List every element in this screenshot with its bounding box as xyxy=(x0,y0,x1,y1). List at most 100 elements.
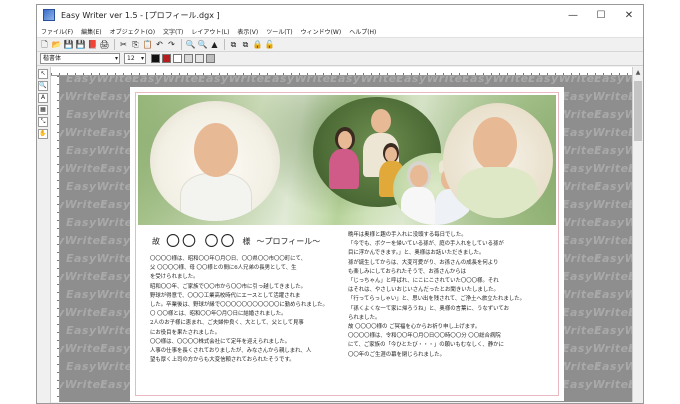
toolbar-separator xyxy=(114,39,115,50)
select-arrow-icon[interactable]: ↖ xyxy=(38,69,48,79)
profile-text-right[interactable]: 晩年は奥様と趣の手入れに没頭する毎日でした。「今でも、ボクーを帰いている孫が、庭… xyxy=(348,231,548,395)
font-family-select[interactable]: 楷書体 ▾ xyxy=(40,53,120,64)
menu-layout[interactable]: レイアウト(L) xyxy=(187,27,233,36)
minimize-button[interactable]: — xyxy=(559,5,587,25)
watermark-text: EasyWriter xyxy=(562,90,633,103)
profile-text-line: 望も厚く上司の方からも大変信頼されておられたそうです。 xyxy=(150,357,295,364)
document-page[interactable]: 故 〇〇 〇〇 様 ～プロフィール～ 〇〇〇〇様は、昭和〇〇年〇月〇日、〇〇県〇… xyxy=(130,87,564,401)
watermark-text: EasyWriter xyxy=(60,378,107,391)
profile-text-line: 人事の仕事を長くされておりましたが、みなさんから親しまれ、人 xyxy=(150,348,312,355)
watermark-text: EasyWriter xyxy=(132,76,205,85)
color-swatches xyxy=(149,54,215,63)
watermark-text: EasyWriter xyxy=(66,216,139,229)
watermark-text: EasyWriter xyxy=(462,76,535,85)
menu-help[interactable]: ヘルプ(H) xyxy=(345,27,380,36)
open-icon[interactable]: 📂 xyxy=(51,39,62,50)
new-icon[interactable]: 🗋 xyxy=(39,39,50,50)
export-icon[interactable]: 📕 xyxy=(87,39,98,50)
window-title: Easy Writer ver 1.5 - [プロフィール.dgx ] xyxy=(61,10,220,20)
vertical-ruler xyxy=(51,76,60,402)
profile-text-line: 〇〇〇〇様は、令和〇〇年〇月〇日〇〇時〇〇分 〇〇総合病院 xyxy=(348,333,501,340)
menu-tools[interactable]: ツール(T) xyxy=(262,27,296,36)
profile-text-line: 「じっちゃん」と呼ばれ、にこにこされていた〇〇〇様。それ xyxy=(348,278,499,285)
paste-icon[interactable]: 📋 xyxy=(142,39,153,50)
family-girl-face xyxy=(338,131,352,149)
menu-object[interactable]: オブジェクト(O) xyxy=(106,27,159,36)
font-size-select[interactable]: 12 ▾ xyxy=(124,53,146,64)
menu-edit[interactable]: 編集(E) xyxy=(77,27,105,36)
zoom-tool-icon[interactable]: 🔍 xyxy=(38,81,48,91)
menu-file[interactable]: ファイル(F) xyxy=(37,27,77,36)
print-preview-icon[interactable]: 🖨 xyxy=(99,39,110,50)
watermark-text: EasyWriter xyxy=(198,76,271,85)
menu-window[interactable]: ウィンドウ(W) xyxy=(297,27,346,36)
couple-grandma-shirt xyxy=(401,187,435,225)
maximize-button[interactable]: ☐ xyxy=(587,5,615,25)
save-as-icon[interactable]: 💾 xyxy=(75,39,86,50)
watermark-row: EasyWriterEasyWriterEasyWriterEasyWriter… xyxy=(66,76,633,85)
smiling-portrait-photo[interactable] xyxy=(443,103,553,218)
family-girl-shirt xyxy=(329,149,359,189)
watermark-text: EasyWriter xyxy=(594,360,633,373)
close-button[interactable]: ✕ xyxy=(615,5,643,25)
couple-grandma-face xyxy=(410,165,428,187)
profile-text-line: 「今でも、ボクーを帰いている孫が、庭の手入れをしている孫が xyxy=(348,241,504,248)
lock-icon[interactable]: 🔒 xyxy=(252,39,263,50)
group-icon[interactable]: ⧉ xyxy=(228,39,239,50)
watermark-text: EasyWriter xyxy=(66,76,139,85)
toolbar-separator xyxy=(181,39,182,50)
watermark-text: EasyWriter xyxy=(594,324,633,337)
profile-text-line: られました。 xyxy=(348,314,381,321)
watermark-text: EasyWriter xyxy=(60,270,107,283)
profile-text-line: も楽しみにしておられたそうで、お孫さんからは xyxy=(348,268,467,275)
hand-tool-icon[interactable]: ✋ xyxy=(38,129,48,139)
profile-text-line: 〇〇様は、〇〇〇〇株式会社にて定年を迎えられました。 xyxy=(150,338,291,345)
chevron-down-icon: ▾ xyxy=(140,55,144,62)
scroll-up-icon[interactable]: ▲ xyxy=(633,67,643,77)
portrait-photo[interactable] xyxy=(150,101,280,221)
watermark-text: EasyWriter xyxy=(562,234,633,247)
color-swatch[interactable] xyxy=(206,54,215,63)
watermark-text: EasyWriter xyxy=(66,324,139,337)
undo-icon[interactable]: ↶ xyxy=(154,39,165,50)
copy-icon[interactable]: ⎘ xyxy=(130,39,141,50)
color-swatch[interactable] xyxy=(184,54,193,63)
watermark-text: EasyWriter xyxy=(60,198,107,211)
watermark-text: EasyWriter xyxy=(594,180,633,193)
profile-text-left[interactable]: 〇〇〇〇様は、昭和〇〇年〇月〇日、〇〇県〇〇市〇〇町にて、父 〇〇〇〇様、母 〇… xyxy=(150,255,346,395)
node-tool-icon[interactable]: ⤡ xyxy=(38,117,48,127)
portrait-shirt xyxy=(180,173,252,221)
photo-banner[interactable] xyxy=(138,95,556,225)
chevron-down-icon: ▾ xyxy=(114,55,118,62)
ungroup-icon[interactable]: ⧉ xyxy=(240,39,251,50)
redo-icon[interactable]: ↷ xyxy=(166,39,177,50)
zoom-out-icon[interactable]: 🔍 xyxy=(197,39,208,50)
watermark-text: EasyWriter xyxy=(66,144,139,157)
watermark-text: EasyWriter xyxy=(594,216,633,229)
watermark-text: EasyWriter xyxy=(264,76,337,85)
profile-text-line: 「孫くよくな一て家に帰ろうね」と、奥様の言葉に、うなずいてお xyxy=(348,305,510,312)
color-swatch[interactable] xyxy=(173,54,182,63)
image-tool-icon[interactable]: ▦ xyxy=(38,105,48,115)
scroll-thumb[interactable] xyxy=(634,81,642,141)
title-bar[interactable]: Easy Writer ver 1.5 - [プロフィール.dgx ] — ☐ … xyxy=(37,5,643,25)
color-swatch[interactable] xyxy=(162,54,171,63)
text-tool-icon[interactable]: A xyxy=(38,93,48,103)
grid-icon[interactable]: ▲ xyxy=(209,39,220,50)
watermark-text: EasyWriter xyxy=(594,252,633,265)
profile-text-line: を受けられました。 xyxy=(150,274,199,281)
vertical-scrollbar[interactable]: ▲ xyxy=(632,67,643,402)
watermark-text: EasyWriter xyxy=(66,108,139,121)
profile-title[interactable]: 故 〇〇 〇〇 様 ～プロフィール～ xyxy=(152,232,352,250)
zoom-in-icon[interactable]: 🔍 xyxy=(185,39,196,50)
profile-text-line: 晩年は奥様と趣の手入れに没頭する毎日でした。 xyxy=(348,232,467,238)
smiling-shirt xyxy=(457,167,537,218)
watermark-text: EasyWriter xyxy=(594,144,633,157)
color-swatch[interactable] xyxy=(151,54,160,63)
color-swatch[interactable] xyxy=(195,54,204,63)
menu-view[interactable]: 表示(V) xyxy=(233,27,262,36)
save-icon[interactable]: 💾 xyxy=(63,39,74,50)
menu-text[interactable]: 文字(T) xyxy=(159,27,187,36)
cut-icon[interactable]: ✂ xyxy=(118,39,129,50)
unlock-icon[interactable]: 🔓 xyxy=(264,39,275,50)
